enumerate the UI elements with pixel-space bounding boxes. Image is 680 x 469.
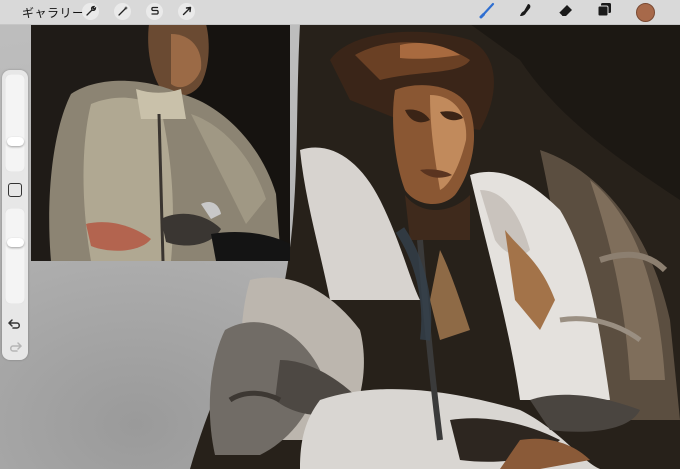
color-picker-button[interactable]	[636, 3, 655, 22]
smudge-tool-button[interactable]	[516, 3, 534, 21]
brush-size-thumb[interactable]	[7, 137, 24, 146]
redo-button[interactable]	[7, 340, 23, 354]
brush-tool-button[interactable]	[479, 1, 497, 23]
left-sidebar	[2, 70, 28, 360]
opacity-thumb[interactable]	[7, 238, 24, 247]
selection-s-icon	[149, 2, 161, 21]
transform-button[interactable]	[178, 3, 195, 20]
gallery-button[interactable]: ギャラリー	[22, 4, 85, 21]
adjustments-button[interactable]	[114, 3, 131, 20]
wrench-icon	[85, 2, 97, 21]
layers-icon	[596, 1, 614, 23]
undo-button[interactable]	[7, 317, 23, 331]
brush-icon	[479, 1, 497, 23]
undo-icon	[7, 317, 23, 336]
smudge-icon	[516, 1, 534, 23]
eraser-icon	[557, 1, 575, 23]
arrow-cursor-icon	[181, 2, 193, 21]
top-toolbar: ギャラリー	[0, 0, 680, 25]
brush-size-slider[interactable]	[5, 74, 25, 172]
selection-button[interactable]	[146, 3, 163, 20]
magic-wand-icon	[117, 2, 129, 21]
redo-icon	[7, 340, 23, 359]
reference-image[interactable]	[31, 24, 290, 261]
reference-photo	[31, 24, 290, 261]
actions-button[interactable]	[82, 3, 99, 20]
opacity-slider[interactable]	[5, 208, 25, 304]
eraser-tool-button[interactable]	[557, 3, 575, 21]
modify-button[interactable]	[8, 183, 22, 197]
layers-button[interactable]	[596, 3, 614, 21]
